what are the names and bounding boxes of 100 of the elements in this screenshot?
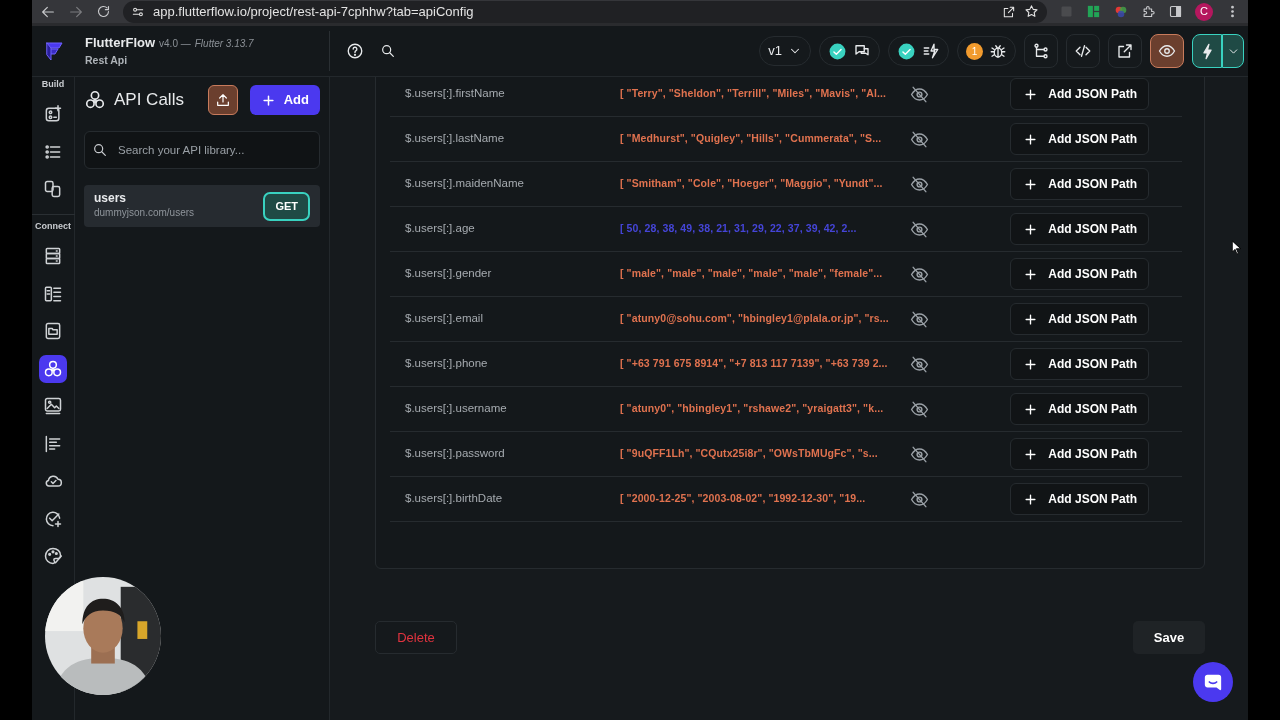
sidebar-item[interactable] [39,354,67,383]
add-json-path-button[interactable]: Add JSON Path [1010,348,1149,380]
add-json-path-button[interactable]: Add JSON Path [1010,483,1149,515]
json-path: $.users[:].age [405,221,476,237]
check-icon [897,41,916,61]
version-dropdown[interactable]: v1 [759,36,811,66]
version-label: v4.0 — [159,37,191,52]
add-json-path-button[interactable]: Add JSON Path [1010,78,1149,110]
api-call-item[interactable]: users dummyjson.com/users GET [84,185,320,227]
plus-icon [1023,86,1039,102]
json-path: $.users[:].username [405,401,508,417]
json-path: $.users[:].password [405,446,506,462]
json-value: [ "+63 791 675 8914", "+7 813 117 7139", "+63 739 2... [620,356,889,372]
plus-icon [1023,266,1039,282]
eye-off-icon[interactable] [910,219,929,239]
plus-icon [1023,401,1039,417]
method-button[interactable]: GET [263,191,310,221]
run-button[interactable] [1192,34,1222,68]
json-value: [ "atuny0@sohu.com", "hbingley1@plala.or.jp", "rs... [620,311,890,327]
help-icon[interactable] [346,42,364,60]
json-path: $.users[:].email [405,311,484,327]
plus-icon [1023,131,1039,147]
eye-off-icon[interactable] [910,174,929,194]
bookmark-star-icon[interactable] [1024,4,1039,19]
add-json-path-button[interactable]: Add JSON Path [1010,438,1149,470]
share-icon[interactable] [1002,4,1016,19]
json-value: [ "atuny0", "hbingley1", "rshawe2", "yraigatt3", "k... [620,401,885,417]
json-value: [ "male", "male", "male", "male", "male", "female"... [620,266,884,282]
eye-icon [1158,42,1176,60]
code-button[interactable] [1066,34,1100,68]
plus-icon [1023,446,1039,462]
delete-button[interactable]: Delete [375,621,457,654]
save-button[interactable]: Save [1133,621,1205,654]
plus-icon [1023,311,1039,327]
actions-status-button[interactable] [888,36,949,66]
json-value: [ "9uQFF1Lh", "CQutx25i8r", "OWsTbMUgFc", "s... [620,446,879,462]
open-external-icon [1116,42,1134,60]
api-call-url: dummyjson.com/users [94,206,196,221]
add-json-path-button[interactable]: Add JSON Path [1010,258,1149,290]
eye-off-icon[interactable] [910,399,929,419]
check-icon [828,41,847,61]
lightning-icon [922,42,940,60]
json-path: $.users[:].lastName [405,131,506,147]
plus-icon [260,92,276,108]
json-value: [ 50, 28, 38, 49, 38, 21, 31, 29, 22, 37, 39, 42, 2... [620,221,858,237]
extension-icon[interactable] [1086,4,1101,19]
json-value: [ "Medhurst", "Quigley", "Hills", "Cummerata", "S... [620,131,883,147]
section-label: Build [41,78,65,91]
search-field[interactable]: Search your API library... [84,131,320,169]
json-path: $.users[:].firstName [405,86,506,102]
plus-icon [1023,176,1039,192]
plus-icon [1023,491,1039,507]
json-path: $.users[:].maidenName [405,176,525,192]
puzzle-icon[interactable] [1141,4,1156,19]
plus-icon [1023,356,1039,372]
json-path: $.users[:].phone [405,356,489,372]
reload-icon[interactable] [96,4,111,19]
eye-off-icon[interactable] [910,84,929,104]
open-external-button[interactable] [1108,34,1142,68]
json-value: [ "Terry", "Sheldon", "Terrill", "Miles", "Mavis", "Al... [620,86,888,102]
api-icon [43,358,63,379]
devices-icon [43,179,63,200]
json-path: $.users[:].birthDate [405,491,504,507]
search-icon[interactable] [380,43,396,59]
palette-icon [43,546,63,567]
upload-button[interactable] [207,85,238,115]
comments-status-button[interactable] [819,36,880,66]
add-button[interactable]: Add [249,85,320,115]
branch-button[interactable] [1024,34,1058,68]
run-menu-button[interactable] [1222,34,1244,68]
bug-icon [989,42,1007,60]
code-icon [1074,42,1092,60]
add-json-path-button[interactable]: Add JSON Path [1010,303,1149,335]
eye-off-icon[interactable] [910,489,929,509]
plus-icon [1023,221,1039,237]
eye-off-icon[interactable] [910,129,929,149]
search-icon [92,142,108,158]
issue-count: 1 [966,42,983,60]
eye-off-icon[interactable] [910,309,929,329]
add-json-path-button[interactable]: Add JSON Path [1010,123,1149,155]
api-call-name: users [94,191,128,206]
add-json-path-button[interactable]: Add JSON Path [1010,393,1149,425]
eye-off-icon[interactable] [910,354,929,374]
database-icon [43,246,63,267]
add-json-path-button[interactable]: Add JSON Path [1010,213,1149,245]
section-label: Connect [35,220,71,233]
preview-button[interactable] [1150,34,1184,68]
api-icon [84,89,106,111]
branch-icon [1032,42,1050,60]
add-json-path-button[interactable]: Add JSON Path [1010,168,1149,200]
folder-icon [43,321,63,342]
eye-off-icon[interactable] [910,444,929,464]
sidebar-icon[interactable] [1168,4,1183,19]
eye-off-icon[interactable] [910,264,929,284]
text-icon [43,433,63,454]
profile-avatar[interactable]: C [1195,2,1213,21]
json-value: [ "2000-12-25", "2003-08-02", "1992-12-30", "19... [620,491,867,507]
upload-icon [214,92,231,108]
image-icon [43,396,63,417]
app-name: FlutterFlow [85,34,156,53]
